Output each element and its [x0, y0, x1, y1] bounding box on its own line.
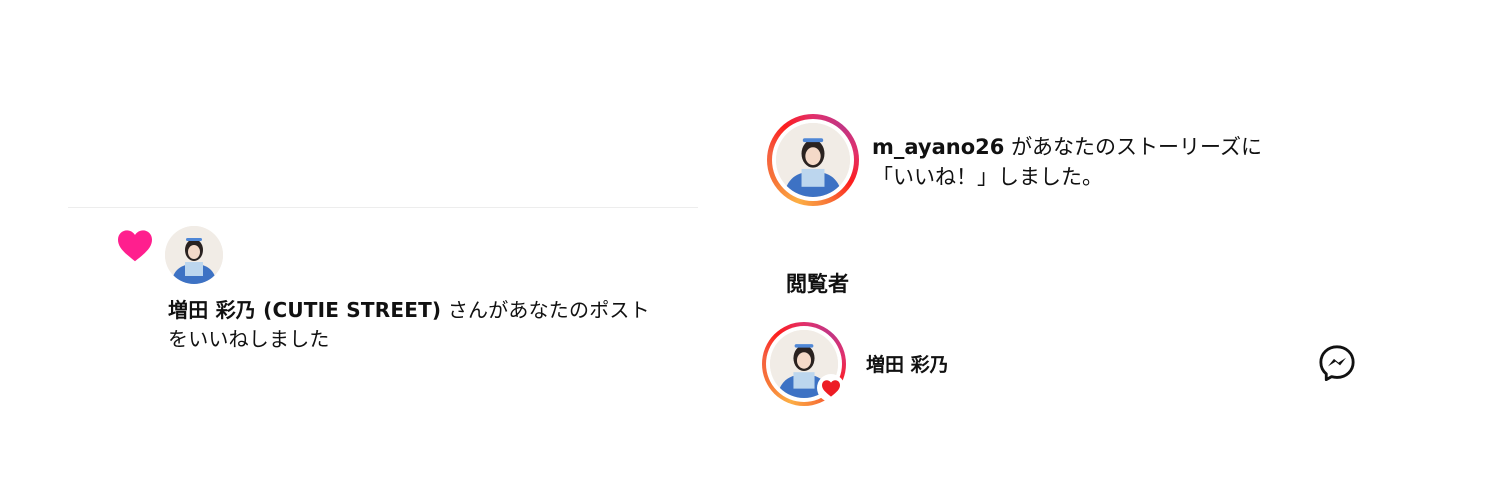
- story-like-message-cont: 「いいね！」しました。: [872, 165, 1103, 189]
- avatar: [776, 123, 850, 197]
- avatar[interactable]: [165, 226, 223, 284]
- heart-icon: [118, 230, 152, 262]
- liked-badge: [817, 374, 845, 402]
- notification-message: さんがあなたのポスト: [447, 298, 650, 322]
- story-avatar-ring[interactable]: [767, 114, 859, 206]
- messenger-icon[interactable]: [1318, 344, 1356, 382]
- avatar-photo: [165, 226, 223, 284]
- notification-message-cont: をいいねしました: [168, 327, 330, 351]
- divider: [68, 207, 698, 208]
- story-like-text: m_ayano26 があなたのストーリーズに 「いいね！」しました。: [872, 132, 1332, 192]
- viewers-heading: 閲覧者: [786, 272, 849, 296]
- heart-icon: [822, 380, 840, 397]
- viewer-name[interactable]: 増田 彩乃: [866, 350, 949, 377]
- notification-text: 増田 彩乃 (CUTIE STREET) さんがあなたのポスト をいいねしました: [168, 296, 708, 354]
- username-link[interactable]: 増田 彩乃 (CUTIE STREET): [168, 298, 441, 322]
- story-like-message: があなたのストーリーズに: [1011, 135, 1263, 159]
- username-link[interactable]: m_ayano26: [872, 135, 1004, 159]
